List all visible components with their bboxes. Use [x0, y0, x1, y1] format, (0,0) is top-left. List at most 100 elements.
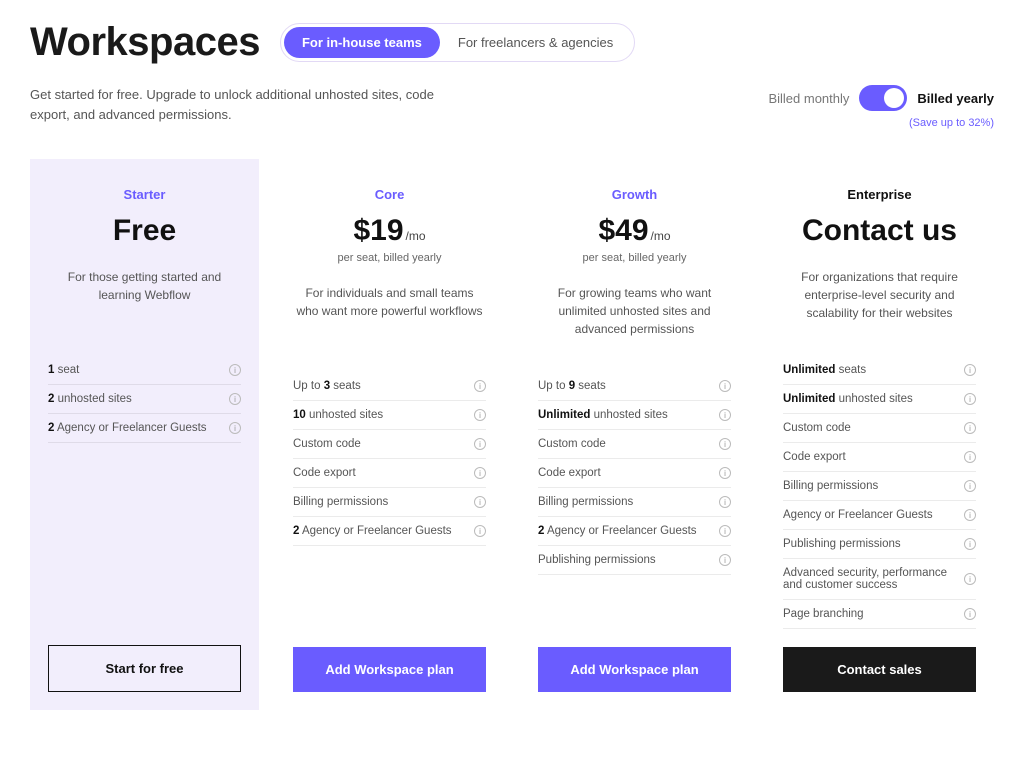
- info-icon[interactable]: i: [964, 451, 976, 463]
- info-icon[interactable]: i: [964, 608, 976, 620]
- info-icon[interactable]: i: [964, 509, 976, 521]
- info-icon[interactable]: i: [229, 364, 241, 376]
- cta-growth[interactable]: Add Workspace plan: [538, 647, 731, 692]
- feature-row: Up to 9 seats i: [538, 372, 731, 401]
- feature-row: Unlimited unhosted sites i: [783, 385, 976, 414]
- plan-name: Enterprise: [783, 187, 976, 202]
- feature-text: Billing permissions: [538, 496, 633, 508]
- plan-price-sub: per seat, billed yearly: [538, 252, 731, 264]
- info-icon[interactable]: i: [719, 525, 731, 537]
- feature-row: Custom code i: [293, 430, 486, 459]
- feature-text: Code export: [783, 451, 846, 463]
- feature-row: Unlimited seats i: [783, 356, 976, 385]
- info-icon[interactable]: i: [474, 409, 486, 421]
- feature-text: Publishing permissions: [783, 538, 901, 550]
- info-icon[interactable]: i: [474, 525, 486, 537]
- info-icon[interactable]: i: [964, 538, 976, 550]
- cta-core[interactable]: Add Workspace plan: [293, 647, 486, 692]
- feature-row: 2 Agency or Freelancer Guestsi: [48, 414, 241, 443]
- info-icon[interactable]: i: [229, 393, 241, 405]
- billing-toggle: Billed monthly Billed yearly (Save up to…: [768, 85, 994, 129]
- info-icon[interactable]: i: [719, 467, 731, 479]
- feature-text: Up to 9 seats: [538, 380, 606, 392]
- feature-list: Up to 3 seatsi10 unhosted sitesiCustom c…: [293, 372, 486, 629]
- info-icon[interactable]: i: [964, 393, 976, 405]
- plan-name: Growth: [538, 187, 731, 202]
- plan-name: Starter: [48, 187, 241, 202]
- feature-row: Advanced security, performance and custo…: [783, 559, 976, 600]
- info-icon[interactable]: i: [964, 573, 976, 585]
- save-note: (Save up to 32%): [768, 117, 994, 129]
- feature-list: Up to 9 seatsiUnlimited unhosted sitesiC…: [538, 372, 731, 629]
- info-icon[interactable]: i: [719, 409, 731, 421]
- plan-description: For growing teams who want unlimited unh…: [538, 284, 731, 342]
- info-icon[interactable]: i: [474, 467, 486, 479]
- plan-name: Core: [293, 187, 486, 202]
- subheading: Get started for free. Upgrade to unlock …: [30, 85, 470, 124]
- audience-inhouse[interactable]: For in-house teams: [284, 27, 440, 58]
- feature-text: 1 seat: [48, 364, 79, 376]
- info-icon[interactable]: i: [719, 380, 731, 392]
- feature-text: 2 unhosted sites: [48, 393, 132, 405]
- info-icon[interactable]: i: [719, 438, 731, 450]
- feature-row: 1 seat i: [48, 356, 241, 385]
- feature-row: 10 unhosted sitesi: [293, 401, 486, 430]
- info-icon[interactable]: i: [474, 438, 486, 450]
- feature-row: Up to 3 seats i: [293, 372, 486, 401]
- feature-text: 2 Agency or Freelancer Guests: [538, 525, 697, 537]
- feature-row: Unlimited unhosted sites i: [538, 401, 731, 430]
- feature-row: 2 Agency or Freelancer Guests i: [538, 517, 731, 546]
- info-icon[interactable]: i: [964, 364, 976, 376]
- info-icon[interactable]: i: [474, 380, 486, 392]
- feature-row: Billing permissionsi: [293, 488, 486, 517]
- info-icon[interactable]: i: [964, 480, 976, 492]
- info-icon[interactable]: i: [474, 496, 486, 508]
- feature-row: Publishing permissions i: [538, 546, 731, 575]
- cta-starter[interactable]: Start for free: [48, 645, 241, 692]
- feature-list: Unlimited seatsiUnlimited unhosted sites…: [783, 356, 976, 629]
- feature-text: Billing permissions: [783, 480, 878, 492]
- plan-growth: Growth $49/mo per seat, billed yearly For g…: [520, 159, 749, 710]
- feature-text: Unlimited unhosted sites: [538, 409, 668, 421]
- page-title: Workspaces: [30, 20, 260, 65]
- feature-row: Page branchingi: [783, 600, 976, 629]
- feature-list: 1 seati2 unhosted sitesi2 Agency or Free…: [48, 356, 241, 627]
- feature-row: 2 Agency or Freelancer Guests i: [293, 517, 486, 546]
- feature-row: Custom codei: [538, 430, 731, 459]
- feature-row: Code export i: [783, 443, 976, 472]
- billed-yearly-label[interactable]: Billed yearly: [917, 91, 994, 106]
- feature-text: Custom code: [783, 422, 851, 434]
- feature-text: Advanced security, performance and custo…: [783, 567, 956, 591]
- feature-text: Agency or Freelancer Guests: [783, 509, 933, 521]
- feature-text: Code export: [538, 467, 601, 479]
- info-icon[interactable]: i: [719, 496, 731, 508]
- plan-description: For individuals and small teams who want…: [293, 284, 486, 342]
- info-icon[interactable]: i: [229, 422, 241, 434]
- feature-text: Up to 3 seats: [293, 380, 361, 392]
- info-icon[interactable]: i: [719, 554, 731, 566]
- audience-freelancers[interactable]: For freelancers & agencies: [440, 27, 631, 58]
- billed-monthly-label[interactable]: Billed monthly: [768, 91, 849, 106]
- billing-switch[interactable]: [859, 85, 907, 111]
- feature-row: Billing permissions i: [538, 488, 731, 517]
- plan-description: For those getting started and learning W…: [48, 268, 241, 326]
- feature-text: Code export: [293, 467, 356, 479]
- feature-row: 2 unhosted sites i: [48, 385, 241, 414]
- feature-row: Billing permissions i: [783, 472, 976, 501]
- feature-text: Unlimited unhosted sites: [783, 393, 913, 405]
- plan-description: For organizations that require enterpris…: [783, 268, 976, 326]
- plan-core: Core$19/moper seat, billed yearlyFor ind…: [275, 159, 504, 710]
- feature-row: Code export i: [538, 459, 731, 488]
- plan-price: $49/mo: [538, 214, 731, 248]
- feature-text: Unlimited seats: [783, 364, 866, 376]
- plan-price: Contact us: [783, 214, 976, 248]
- feature-row: Agency or Freelancer Guests i: [783, 501, 976, 530]
- feature-text: 2 Agency or Freelancer Guests: [293, 525, 452, 537]
- plan-starter: StarterFreeFor those getting started and…: [30, 159, 259, 710]
- audience-toggle: For in-house teams For freelancers & age…: [280, 23, 635, 62]
- feature-text: Custom code: [293, 438, 361, 450]
- feature-row: Code export i: [293, 459, 486, 488]
- cta-enterprise[interactable]: Contact sales: [783, 647, 976, 692]
- info-icon[interactable]: i: [964, 422, 976, 434]
- feature-text: Publishing permissions: [538, 554, 656, 566]
